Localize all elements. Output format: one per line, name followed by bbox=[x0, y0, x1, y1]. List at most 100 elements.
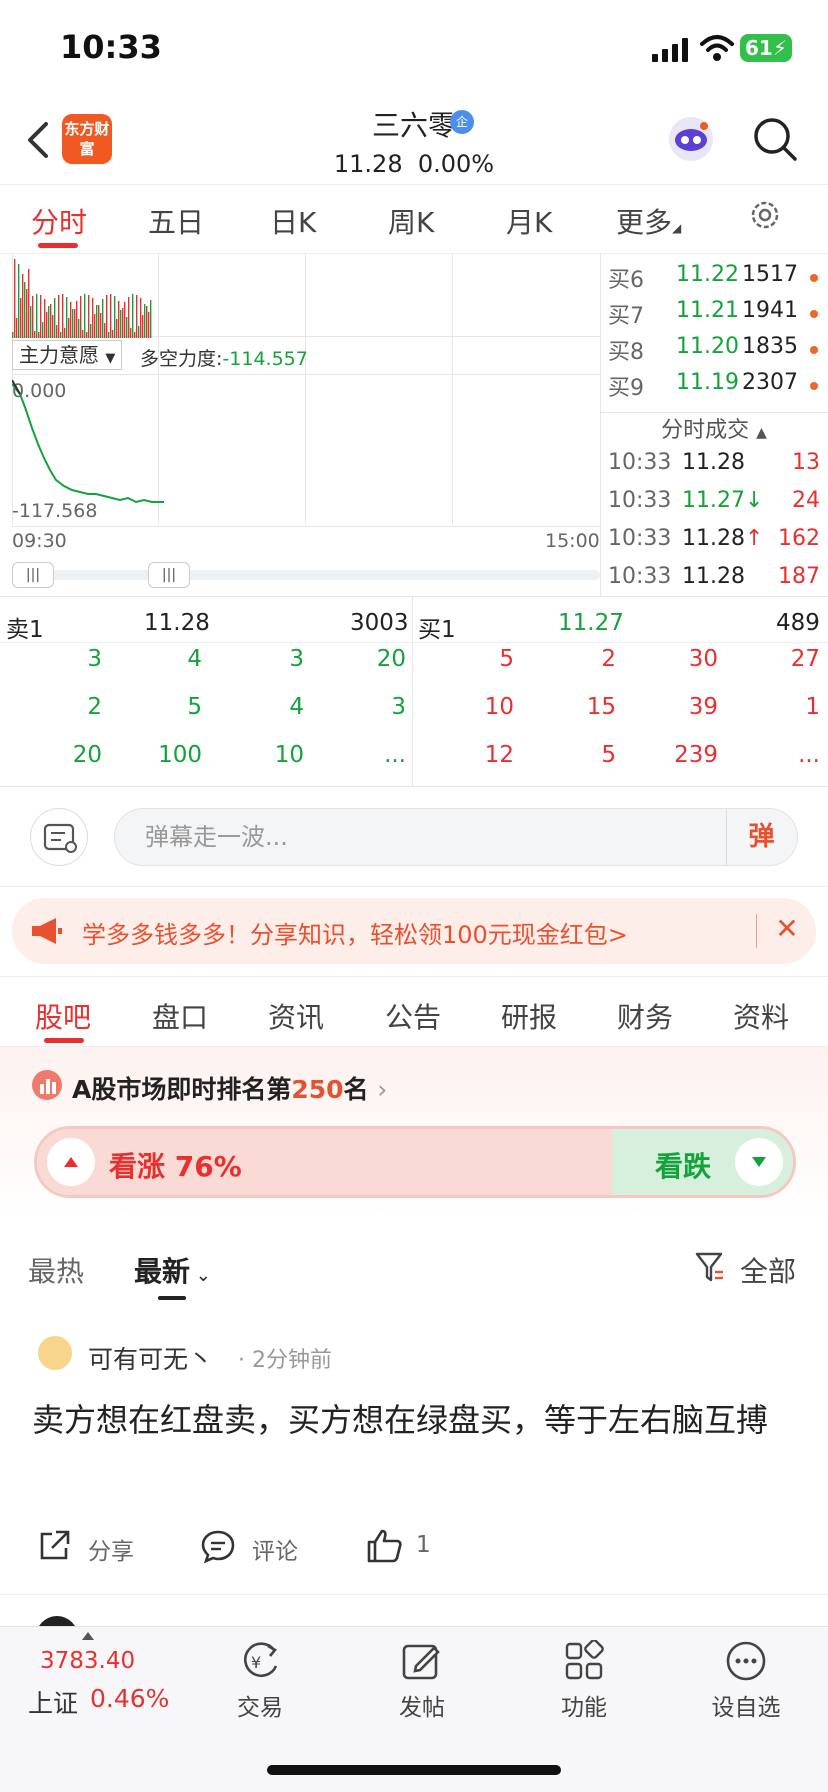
danmu-toggle-icon[interactable] bbox=[30, 808, 88, 866]
volume-bar bbox=[130, 328, 132, 338]
volume-bar bbox=[14, 259, 16, 338]
indicator-select[interactable]: 主力意愿 ▼ bbox=[12, 340, 123, 370]
ticks-header[interactable]: 分时成交 ▲ bbox=[600, 412, 828, 448]
caret-up-icon[interactable] bbox=[82, 1632, 94, 1640]
danmu-input[interactable]: 弹幕走一波... bbox=[114, 808, 798, 866]
share-button[interactable]: 分享 bbox=[36, 1526, 156, 1566]
chart-tabs: 分时 五日 日K 周K 月K 更多◢ bbox=[0, 184, 828, 254]
volume-bar bbox=[92, 298, 94, 338]
market-ranking[interactable]: A股市场即时排名第250名 › bbox=[72, 1070, 387, 1106]
volume-bar bbox=[110, 294, 112, 338]
volume-bar bbox=[72, 309, 74, 338]
tab-finance[interactable]: 财务 bbox=[617, 996, 673, 1036]
like-button[interactable]: 1 bbox=[366, 1526, 446, 1566]
index-value[interactable]: 3783.40 bbox=[40, 1648, 135, 1674]
tab-guba[interactable]: 股吧 bbox=[35, 996, 91, 1036]
index-name[interactable]: 上证 bbox=[28, 1684, 78, 1720]
sell-queue-cell: 3 bbox=[87, 646, 102, 672]
buy1-label: 买1 bbox=[418, 617, 456, 643]
tab-month-k[interactable]: 月K bbox=[506, 201, 552, 241]
buy-queue-cell: 10 bbox=[484, 694, 514, 720]
filter-hottest[interactable]: 最热 bbox=[28, 1250, 84, 1290]
volume-bar bbox=[24, 282, 26, 338]
volume-bar bbox=[84, 294, 86, 338]
buy-queue-cell: 5 bbox=[499, 646, 514, 672]
buy-queue-cell: 239 bbox=[674, 742, 718, 768]
sell-queue-cell: 3 bbox=[391, 694, 406, 720]
buy-queue-cell: 30 bbox=[688, 646, 718, 672]
volume-bar bbox=[124, 302, 126, 338]
more-icon bbox=[726, 1641, 766, 1681]
sell-queue-cell: 3 bbox=[289, 646, 304, 672]
sentiment-bar: 看涨 76% 看跌 bbox=[34, 1126, 796, 1198]
signal-icon bbox=[652, 38, 688, 62]
home-indicator bbox=[267, 1765, 561, 1775]
volume-bar bbox=[38, 332, 40, 338]
volume-bar bbox=[140, 298, 142, 338]
filter-all[interactable]: 全部 bbox=[740, 1250, 796, 1290]
bull-button[interactable] bbox=[47, 1138, 95, 1186]
post-username[interactable]: 可有可无丶 bbox=[88, 1340, 213, 1376]
volume-bar bbox=[122, 308, 124, 338]
sell-queue-cell: 4 bbox=[289, 694, 304, 720]
volume-bar bbox=[106, 295, 108, 338]
volume-bar bbox=[126, 317, 128, 338]
robot-assistant-icon[interactable] bbox=[666, 114, 716, 164]
volume-bar bbox=[26, 289, 28, 338]
tab-fenshi[interactable]: 分时 bbox=[31, 201, 87, 241]
volume-bar bbox=[44, 299, 46, 338]
tab-more[interactable]: 更多◢ bbox=[616, 201, 681, 241]
volume-bar bbox=[96, 305, 98, 338]
promo-banner[interactable]: 学多多钱多多！分享知识，轻松领100元现金红包> ✕ bbox=[12, 898, 816, 964]
volume-bar bbox=[82, 330, 84, 338]
tab-announcements[interactable]: 公告 bbox=[385, 996, 441, 1036]
order-book-row: 买7 11.21 1941 bbox=[608, 298, 820, 334]
nav-trade[interactable]: ¥ 交易 bbox=[200, 1640, 320, 1722]
gear-icon[interactable] bbox=[748, 198, 782, 232]
close-icon[interactable]: ✕ bbox=[772, 912, 802, 945]
sell-queue-cell: 2 bbox=[87, 694, 102, 720]
volume-bar bbox=[142, 315, 144, 338]
tab-day-k[interactable]: 日K bbox=[270, 201, 316, 241]
filter-icon[interactable] bbox=[694, 1250, 726, 1284]
volume-bar bbox=[68, 318, 70, 338]
sell-queue-cell: 10 bbox=[274, 742, 304, 768]
tab-news[interactable]: 资讯 bbox=[268, 996, 324, 1036]
tab-research[interactable]: 研报 bbox=[501, 996, 557, 1036]
edit-icon bbox=[402, 1644, 440, 1680]
volume-bar bbox=[90, 324, 92, 338]
buy-queue-cell: 27 bbox=[790, 646, 820, 672]
bear-label: 看跌 bbox=[654, 1150, 711, 1183]
volume-bar bbox=[138, 326, 140, 338]
buy-queue-cell: 39 bbox=[688, 694, 718, 720]
danmu-send-button[interactable]: 弹 bbox=[726, 809, 796, 865]
filter-newest[interactable]: 最新 ⌄ bbox=[134, 1250, 211, 1290]
volume-bar bbox=[144, 304, 146, 338]
nav-functions[interactable]: 功能 bbox=[524, 1640, 644, 1722]
tab-week-k[interactable]: 周K bbox=[388, 201, 434, 241]
nav-add-watchlist[interactable]: 设自选 bbox=[686, 1640, 806, 1722]
tab-profile[interactable]: 资料 bbox=[733, 996, 789, 1036]
range-slider-track[interactable] bbox=[12, 570, 600, 580]
volume-bar bbox=[50, 304, 52, 338]
range-slider-handle-right[interactable]: ||| bbox=[148, 562, 190, 588]
buy-queue-cell: 5 bbox=[601, 742, 616, 768]
volume-bar bbox=[76, 301, 78, 338]
search-icon[interactable] bbox=[752, 116, 798, 162]
tab-5day[interactable]: 五日 bbox=[148, 201, 204, 241]
bear-button[interactable] bbox=[735, 1138, 783, 1186]
post-body[interactable]: 卖方想在红盘卖，买方想在绿盘买，等于左右脑互搏 bbox=[32, 1394, 802, 1446]
volume-bar bbox=[20, 298, 22, 338]
index-change-pct[interactable]: 0.46% bbox=[90, 1684, 169, 1713]
avatar[interactable] bbox=[38, 1336, 72, 1370]
range-slider-handle-left[interactable]: ||| bbox=[12, 562, 54, 588]
volume-bar bbox=[86, 332, 88, 338]
nav-post[interactable]: 发帖 bbox=[362, 1640, 482, 1722]
tab-underline bbox=[38, 243, 78, 248]
volume-bar bbox=[34, 331, 36, 338]
megaphone-icon bbox=[32, 918, 62, 944]
volume-bars bbox=[12, 259, 152, 338]
tab-pankou[interactable]: 盘口 bbox=[152, 996, 208, 1036]
comment-button[interactable]: 评论 bbox=[200, 1526, 320, 1566]
volume-bar bbox=[148, 312, 150, 338]
